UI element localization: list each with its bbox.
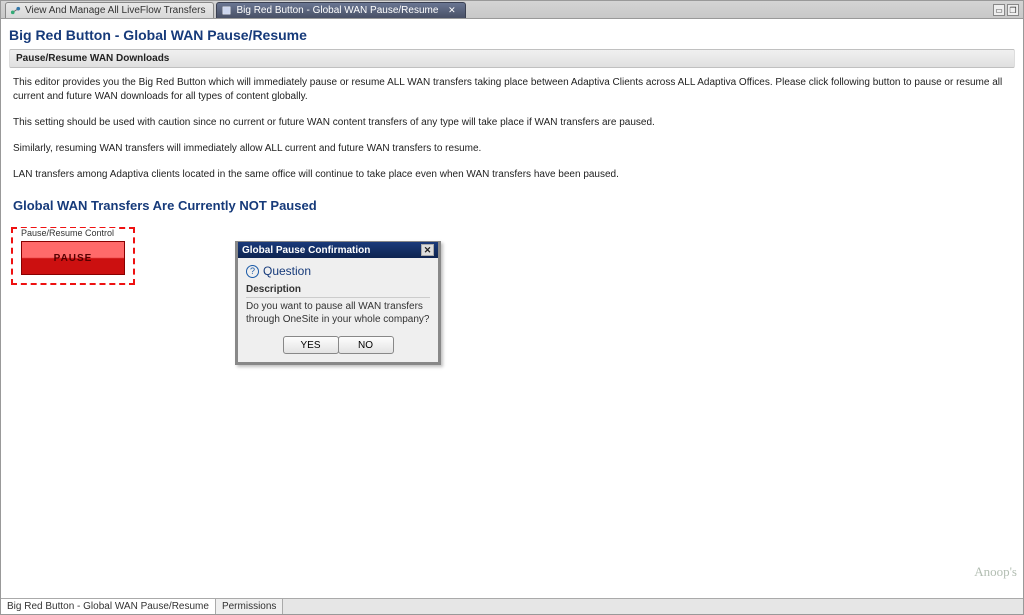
dialog-heading: ? Question — [246, 264, 430, 278]
dialog-description: Do you want to pause all WAN transfers t… — [246, 297, 430, 326]
tab-label: Big Red Button - Global WAN Pause/Resume — [236, 5, 438, 16]
dialog-buttons: YES NO — [246, 336, 430, 354]
tab-bar: View And Manage All LiveFlow Transfers B… — [1, 1, 1023, 19]
maximize-button[interactable]: ❐ — [1007, 4, 1019, 16]
dialog-description-label: Description — [246, 284, 430, 295]
minimize-button[interactable]: ▭ — [993, 4, 1005, 16]
description-3: Similarly, resuming WAN transfers will i… — [9, 138, 1015, 164]
tab-label: View And Manage All LiveFlow Transfers — [25, 5, 205, 16]
tab-liveflow[interactable]: View And Manage All LiveFlow Transfers — [5, 2, 214, 18]
question-icon: ? — [246, 265, 259, 278]
no-button[interactable]: NO — [338, 336, 394, 354]
status-cell-path[interactable]: Big Red Button - Global WAN Pause/Resume — [1, 599, 216, 614]
dialog-title: Global Pause Confirmation — [242, 245, 370, 256]
yes-button[interactable]: YES — [283, 336, 339, 354]
settings-icon — [221, 5, 232, 16]
tab-big-red-button[interactable]: Big Red Button - Global WAN Pause/Resume… — [216, 2, 466, 18]
pause-resume-control: Pause/Resume Control PAUSE — [11, 227, 135, 285]
description-1: This editor provides you the Big Red But… — [9, 72, 1015, 112]
close-icon[interactable]: ✕ — [421, 244, 434, 256]
status-cell-permissions[interactable]: Permissions — [216, 599, 283, 614]
close-icon[interactable]: ✕ — [446, 5, 457, 16]
description-2: This setting should be used with caution… — [9, 112, 1015, 138]
page-title: Big Red Button - Global WAN Pause/Resume — [9, 25, 1015, 49]
dialog-body: ? Question Description Do you want to pa… — [238, 258, 438, 362]
fieldset-legend: Pause/Resume Control — [19, 228, 116, 238]
network-icon — [10, 5, 21, 16]
global-pause-confirmation-dialog: Global Pause Confirmation ✕ ? Question D… — [235, 241, 441, 365]
section-header: Pause/Resume WAN Downloads — [9, 49, 1015, 68]
status-heading: Global WAN Transfers Are Currently NOT P… — [9, 190, 1015, 227]
dialog-titlebar[interactable]: Global Pause Confirmation ✕ — [238, 242, 438, 258]
pause-button[interactable]: PAUSE — [21, 241, 125, 275]
app-window: View And Manage All LiveFlow Transfers B… — [0, 0, 1024, 615]
watermark: Anoop's — [974, 564, 1017, 580]
window-controls: ▭ ❐ — [993, 1, 1019, 19]
description-4: LAN transfers among Adaptiva clients loc… — [9, 164, 1015, 190]
status-bar: Big Red Button - Global WAN Pause/Resume… — [1, 598, 1023, 614]
dialog-heading-text: Question — [263, 264, 311, 278]
content-area: Big Red Button - Global WAN Pause/Resume… — [1, 19, 1023, 598]
